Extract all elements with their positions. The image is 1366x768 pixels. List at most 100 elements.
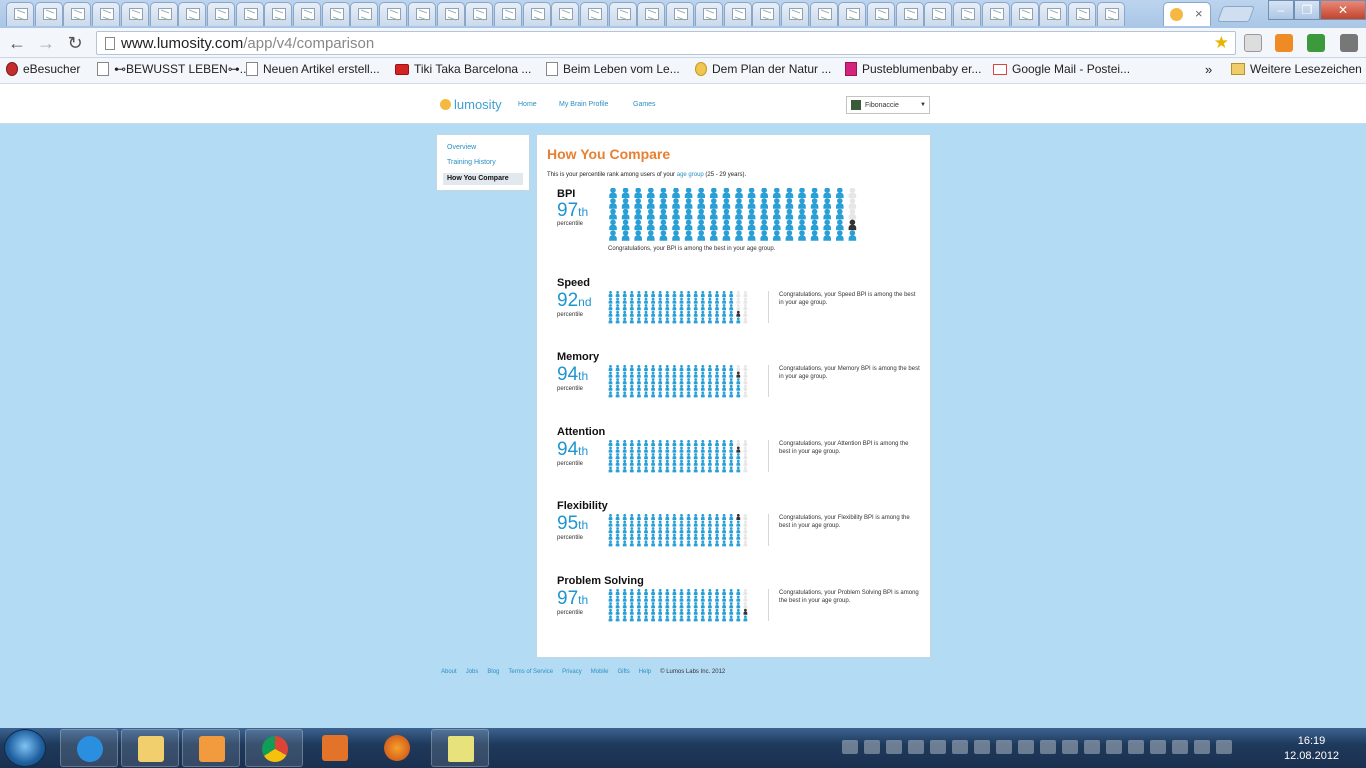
- settings-icon[interactable]: [996, 740, 1012, 754]
- browser-tab[interactable]: [436, 2, 465, 26]
- network-icon[interactable]: [952, 740, 968, 754]
- browser-tab[interactable]: [608, 2, 637, 26]
- bookmark-star-icon[interactable]: ★: [1214, 33, 1229, 53]
- sticky-notes-task[interactable]: [431, 729, 489, 767]
- footer-link-privacy[interactable]: Privacy: [562, 669, 582, 675]
- browser-tab[interactable]: [666, 2, 695, 26]
- browser-tab[interactable]: [149, 2, 178, 26]
- tray-app-icon[interactable]: [842, 740, 858, 754]
- extension-icon[interactable]: [1307, 34, 1325, 52]
- other-bookmarks[interactable]: Weitere Lesezeichen: [1231, 62, 1362, 76]
- browser-tab[interactable]: [838, 2, 867, 26]
- bookmark-item[interactable]: Dem Plan der Natur ...: [695, 62, 831, 76]
- bookmark-item[interactable]: Pusteblumenbaby er...: [845, 62, 981, 76]
- browser-tab[interactable]: [321, 2, 350, 26]
- browser-tab[interactable]: [522, 2, 551, 26]
- close-tab-button[interactable]: ×: [1195, 6, 1203, 21]
- minimize-button[interactable]: –: [1268, 0, 1294, 20]
- browser-tab[interactable]: [895, 2, 924, 26]
- sidebar-item-training-history[interactable]: Training History: [443, 158, 523, 173]
- browser-tab[interactable]: [350, 2, 379, 26]
- power-icon[interactable]: [1172, 740, 1188, 754]
- flag-icon[interactable]: [974, 740, 990, 754]
- active-browser-tab[interactable]: [1163, 2, 1211, 26]
- browser-tab[interactable]: [379, 2, 408, 26]
- notification-icon[interactable]: [1040, 740, 1056, 754]
- app-task[interactable]: [306, 729, 364, 767]
- footer-link-help[interactable]: Help: [639, 669, 651, 675]
- browser-tab[interactable]: [953, 2, 982, 26]
- footer-link-jobs[interactable]: Jobs: [466, 669, 479, 675]
- grid-icon[interactable]: [1128, 740, 1144, 754]
- browser-tab[interactable]: [1039, 2, 1068, 26]
- age-group-link[interactable]: age group: [677, 172, 704, 178]
- browser-tab[interactable]: [1067, 2, 1096, 26]
- sidebar-item-overview[interactable]: Overview: [443, 143, 523, 158]
- explorer-task[interactable]: [121, 729, 179, 767]
- sync-icon[interactable]: [1084, 740, 1100, 754]
- start-button[interactable]: [4, 729, 46, 767]
- media-player-task[interactable]: [182, 729, 240, 767]
- browser-tab[interactable]: [206, 2, 235, 26]
- browser-tab[interactable]: [465, 2, 494, 26]
- browser-tab[interactable]: [120, 2, 149, 26]
- browser-tab[interactable]: [1010, 2, 1039, 26]
- bookmarks-overflow-button[interactable]: »: [1205, 62, 1212, 77]
- reload-icon[interactable]: ↻: [64, 33, 86, 55]
- browser-tab[interactable]: [924, 2, 953, 26]
- sidebar-item-how-you-compare[interactable]: How You Compare: [443, 173, 523, 185]
- browser-tab[interactable]: [580, 2, 608, 26]
- monitor-icon[interactable]: [1106, 740, 1122, 754]
- browser-tab[interactable]: [407, 2, 436, 26]
- bookmark-item[interactable]: ⊷BEWUSST LEBEN⊶...: [97, 62, 250, 76]
- user-menu[interactable]: Fibonaccie ▼: [846, 96, 930, 114]
- browser-tab[interactable]: [264, 2, 293, 26]
- update-icon[interactable]: [908, 740, 924, 754]
- messenger-icon[interactable]: [886, 740, 902, 754]
- browser-tab[interactable]: [293, 2, 321, 26]
- browser-tab[interactable]: [1096, 2, 1125, 26]
- browser-tab[interactable]: [752, 2, 781, 26]
- browser-tab[interactable]: [6, 2, 34, 26]
- footer-link-mobile[interactable]: Mobile: [591, 669, 609, 675]
- download-icon[interactable]: [1244, 34, 1262, 52]
- browser-tab[interactable]: [637, 2, 666, 26]
- browser-tab[interactable]: [981, 2, 1010, 26]
- lumosity-logo[interactable]: lumosity: [440, 97, 502, 112]
- internet-explorer-task[interactable]: [60, 729, 118, 767]
- nav-home[interactable]: Home: [518, 101, 537, 108]
- footer-link-about[interactable]: About: [441, 669, 457, 675]
- network-share-icon[interactable]: [864, 740, 880, 754]
- address-bar[interactable]: www.lumosity.com/app/v4/comparison ★: [96, 31, 1236, 55]
- close-window-button[interactable]: ✕: [1320, 0, 1366, 20]
- browser-tab[interactable]: [780, 2, 809, 26]
- bookmark-item[interactable]: eBesucher: [6, 62, 80, 76]
- bookmark-item[interactable]: Neuen Artikel erstell...: [246, 62, 380, 76]
- footer-link-gifts[interactable]: Gifts: [617, 669, 629, 675]
- browser-tab[interactable]: [551, 2, 580, 26]
- back-icon[interactable]: ←: [6, 33, 28, 55]
- nav-my-brain-profile[interactable]: My Brain Profile: [559, 101, 608, 108]
- browser-tab[interactable]: [723, 2, 752, 26]
- browser-tab[interactable]: [694, 2, 723, 26]
- footer-link-blog[interactable]: Blog: [487, 669, 499, 675]
- nvidia-icon[interactable]: [1018, 740, 1034, 754]
- chrome-task[interactable]: [245, 729, 303, 767]
- nav-games[interactable]: Games: [633, 101, 656, 108]
- action-center-icon[interactable]: [1150, 740, 1166, 754]
- browser-tab[interactable]: [34, 2, 63, 26]
- signal-icon[interactable]: [1194, 740, 1210, 754]
- browser-tab[interactable]: [92, 2, 121, 26]
- wrench-icon[interactable]: [1340, 34, 1358, 52]
- browser-tab[interactable]: [63, 2, 92, 26]
- new-tab-button[interactable]: [1217, 6, 1255, 22]
- bookmark-item[interactable]: Beim Leben vom Le...: [546, 62, 680, 76]
- browser-tab[interactable]: [809, 2, 838, 26]
- browser-tab[interactable]: [178, 2, 207, 26]
- browser-tab[interactable]: [867, 2, 895, 26]
- footer-link-terms[interactable]: Terms of Service: [508, 669, 553, 675]
- forward-icon[interactable]: →: [35, 33, 57, 55]
- bookmark-item[interactable]: Tiki Taka Barcelona ...: [395, 62, 531, 76]
- maximize-button[interactable]: ❐: [1294, 0, 1320, 20]
- browser-tab[interactable]: [493, 2, 522, 26]
